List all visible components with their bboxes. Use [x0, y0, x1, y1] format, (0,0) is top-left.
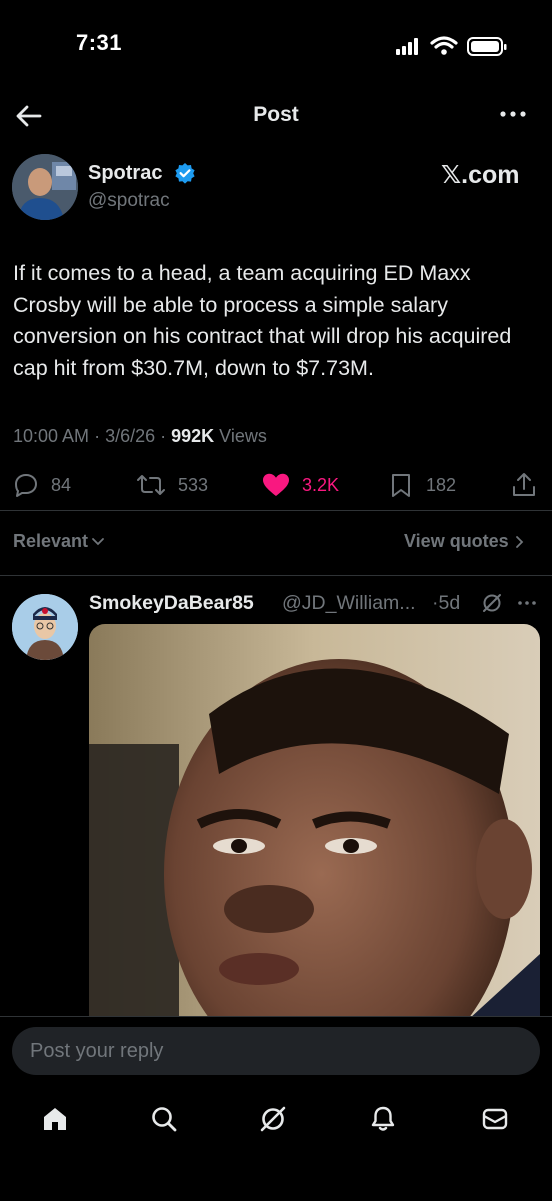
author-name[interactable]: Spotrac: [88, 162, 162, 185]
like-count: 3.2K: [302, 474, 340, 495]
repost-count: 533: [178, 474, 209, 495]
divider: [0, 510, 552, 511]
view-quotes-link[interactable]: View quotes: [404, 531, 529, 552]
bookmark-button[interactable]: 182: [388, 470, 456, 500]
post-text: If it comes to a head, a team acquiring …: [13, 261, 512, 380]
reply-avatar[interactable]: [12, 594, 78, 660]
heart-icon: [263, 473, 289, 496]
divider: [0, 575, 552, 576]
page-title: Post: [253, 103, 299, 126]
repost-button[interactable]: 533: [136, 470, 208, 500]
notifications-icon[interactable]: [368, 1104, 398, 1134]
like-button[interactable]: 3.2K: [262, 470, 339, 500]
views-count: 992K: [171, 426, 215, 446]
reply-count: 84: [51, 474, 72, 495]
share-button[interactable]: [510, 470, 550, 500]
reply-author-name[interactable]: SmokeyDaBear85: [89, 592, 254, 615]
share-icon: [513, 473, 535, 496]
reply-input-placeholder: Post your reply: [30, 1039, 164, 1062]
views-label: Views: [219, 426, 267, 446]
author-handle[interactable]: @spotrac: [88, 190, 170, 212]
status-time: 7:31: [76, 30, 123, 55]
reply-time: ·5d: [432, 592, 461, 614]
view-quotes-label: View quotes: [404, 531, 509, 551]
grok-icon[interactable]: [481, 592, 503, 614]
source-label: 𝕏.com: [441, 161, 520, 189]
chevron-down-icon: [92, 537, 104, 545]
bookmark-count: 182: [426, 474, 457, 495]
sort-relevant[interactable]: Relevant: [13, 531, 108, 552]
more-icon[interactable]: [496, 104, 530, 124]
verified-badge-icon: [175, 163, 195, 184]
reply-author-handle[interactable]: @JD_William...: [282, 592, 416, 615]
sort-relevant-label: Relevant: [13, 531, 89, 551]
reply-icon: [15, 474, 37, 497]
bookmark-icon: [392, 474, 410, 497]
chevron-right-icon: [515, 535, 523, 548]
post-date: 3/6/26: [105, 426, 156, 446]
post-time: 10:00 AM: [13, 426, 90, 446]
search-icon[interactable]: [149, 1104, 179, 1134]
repost-icon: [137, 475, 165, 495]
post-meta: 10:00 AM · 3/6/26 · 992K Views: [13, 426, 267, 446]
reply-input[interactable]: Post your reply: [12, 1027, 540, 1075]
author-avatar[interactable]: [12, 154, 78, 220]
reply-more-icon[interactable]: [516, 595, 538, 611]
home-icon[interactable]: [40, 1104, 70, 1134]
messages-icon[interactable]: [480, 1104, 510, 1134]
reply-media-image[interactable]: [89, 624, 540, 1019]
status-icons: [396, 36, 507, 56]
grok-nav-icon[interactable]: [258, 1104, 288, 1134]
reply-button[interactable]: 84: [13, 470, 71, 500]
